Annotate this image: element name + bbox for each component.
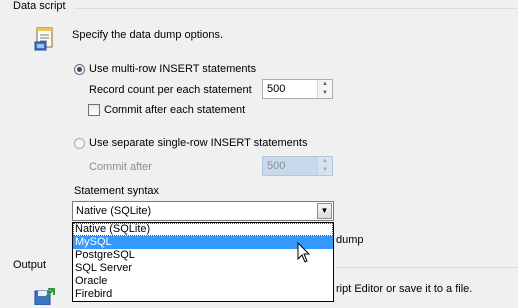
statement-syntax-dropdown-list[interactable]: Native (SQLite) MySQL PostgreSQL SQL Ser…: [72, 222, 334, 302]
dropdown-option[interactable]: SQL Server: [73, 262, 333, 275]
record-count-stepper[interactable]: 500 ▲ ▼: [262, 79, 333, 99]
section-separator: [74, 8, 518, 9]
dropdown-option-selected[interactable]: MySQL: [73, 236, 333, 249]
chevron-down-icon[interactable]: ▼: [317, 203, 332, 219]
dump-checkbox-label-tail: dump: [336, 234, 364, 246]
multi-row-label[interactable]: Use multi-row INSERT statements: [89, 62, 256, 76]
spin-down-icon[interactable]: ▼: [318, 166, 332, 175]
spin-down-icon[interactable]: ▼: [318, 89, 332, 98]
statement-syntax-select[interactable]: Native (SQLite) ▼: [72, 201, 334, 221]
commit-after-stepper[interactable]: 500 ▲ ▼: [262, 156, 333, 176]
multi-row-radio[interactable]: [74, 64, 85, 75]
single-row-radio[interactable]: [74, 138, 85, 149]
record-count-label: Record count per each statement: [89, 84, 252, 96]
dropdown-option[interactable]: Native (SQLite): [73, 223, 333, 236]
commit-after-spin-buttons[interactable]: ▲ ▼: [317, 157, 332, 175]
dropdown-option[interactable]: Oracle: [73, 275, 333, 288]
statement-syntax-value: Native (SQLite): [76, 205, 152, 217]
statement-syntax-label: Statement syntax: [74, 185, 159, 197]
commit-after-label: Commit after: [89, 161, 152, 173]
script-icon: [34, 27, 56, 51]
record-count-value[interactable]: 500: [267, 83, 285, 95]
mouse-cursor-icon: [297, 241, 311, 264]
commit-each-checkbox[interactable]: [88, 104, 100, 116]
commit-each-label[interactable]: Commit after each statement: [104, 103, 245, 117]
record-count-spin-buttons[interactable]: ▲ ▼: [317, 80, 332, 98]
output-section-label: Output: [13, 259, 47, 271]
single-row-label[interactable]: Use separate single-row INSERT statement…: [89, 136, 307, 150]
save-icon: [34, 288, 56, 306]
data-script-section-label: Data script: [13, 0, 66, 12]
output-description-tail: ript Editor or save it to a file.: [336, 283, 473, 295]
section-separator: [336, 267, 518, 268]
spin-up-icon[interactable]: ▲: [318, 80, 332, 89]
spin-up-icon[interactable]: ▲: [318, 157, 332, 166]
commit-after-value[interactable]: 500: [267, 160, 285, 172]
dropdown-option[interactable]: Firebird: [73, 288, 333, 301]
data-script-description: Specify the data dump options.: [72, 29, 224, 41]
dropdown-option[interactable]: PostgreSQL: [73, 249, 333, 262]
